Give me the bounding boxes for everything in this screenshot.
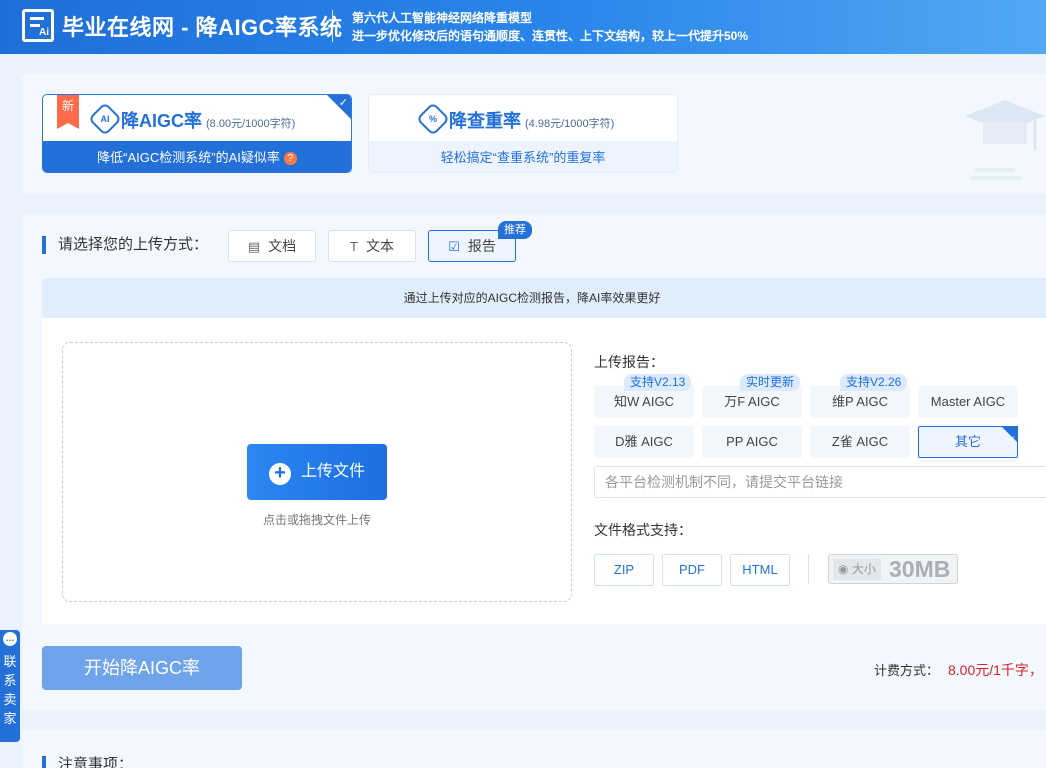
report-icon: ☑ (448, 239, 460, 254)
report-label: 上传报告： (594, 354, 664, 370)
card-header: % 降查重率 (4.98元/1000字符) (369, 95, 677, 141)
contact-label: 联系卖家 (3, 654, 17, 726)
service-title: 降AIGC率 (8.00元/1000字符) (121, 111, 296, 131)
notes-panel: 注意事项： (22, 730, 1046, 768)
logo-icon[interactable]: Ai (22, 9, 54, 42)
new-badge: 新 (57, 95, 79, 129)
start-reduce-button[interactable]: 开始降AIGC率 (42, 646, 242, 690)
fee-value: 8.00元/1千字， (948, 662, 1043, 678)
service-panel: 新 AI 降AIGC率 (8.00元/1000字符) ✓ 降低“AIGC检测系统”… (22, 74, 1046, 194)
contact-seller-tab[interactable]: … 联系卖家 (0, 630, 20, 742)
service-card-reduce-aigc[interactable]: 新 AI 降AIGC率 (8.00元/1000字符) ✓ 降低“AIGC检测系统”… (42, 94, 352, 173)
card-header: 新 AI 降AIGC率 (8.00元/1000字符) ✓ (43, 95, 351, 141)
platform-other[interactable]: 其它 ✓ (918, 426, 1018, 458)
upload-method-label: 请选择您的上传方式： (42, 236, 208, 254)
method-document-button[interactable]: ▤ 文档 (228, 230, 316, 262)
recommended-badge: 推荐 (498, 221, 532, 239)
platform-tag: 支持V2.13 (624, 374, 692, 391)
format-label: 文件格式支持： (594, 522, 692, 538)
size-limit: ◉ 大小 30MB (828, 554, 958, 584)
method-text-button[interactable]: T 文本 (328, 230, 416, 262)
site-header: Ai 毕业在线网 - 降AIGC率系统 第六代人工智能神经网络降重模型 进一步优… (0, 0, 1046, 54)
drop-hint: 点击或拖拽文件上传 (262, 513, 371, 527)
chat-icon: … (3, 632, 17, 646)
size-label: ◉ 大小 (833, 559, 881, 580)
platform-tag: 支持V2.26 (840, 374, 908, 391)
fee-label: 计费方式： (874, 663, 940, 678)
help-icon[interactable]: ? (283, 152, 297, 165)
service-description: 降低“AIGC检测系统”的AI疑似率? (43, 141, 351, 172)
platform-zque[interactable]: Z雀 AIGC (810, 426, 910, 458)
format-divider (808, 554, 809, 584)
check-icon: ✓ (338, 97, 348, 109)
header-subtitle-1: 第六代人工智能神经网络降重模型 (352, 11, 533, 25)
header-subtitle-2: 进一步优化修改后的语句通顺度、连贯性、上下文结构，较上一代提升50% (352, 29, 749, 43)
upload-file-button[interactable]: + 上传文件 (247, 444, 387, 500)
upload-panel: 请选择您的上传方式： ▤ 文档 T 文本 ☑ 报告 推荐 通过上传对应的AIGC检测报… (22, 214, 1046, 710)
graduation-cap-illustration (965, 100, 1045, 180)
platform-master[interactable]: Master AIGC (918, 386, 1018, 418)
notes-label: 注意事项： (42, 756, 133, 768)
service-title: 降查重率 (4.98元/1000字符) (449, 111, 615, 131)
info-banner: 通过上传对应的AIGC检测报告，降AI率效果更好 (42, 278, 1046, 318)
format-html: HTML (730, 554, 790, 586)
percent-diamond-icon: % (416, 102, 450, 136)
header-divider (332, 10, 333, 42)
platform-link-input[interactable]: 各平台检测机制不同，请提交平台链接 (594, 466, 1046, 498)
format-pdf: PDF (662, 554, 722, 586)
platform-pp[interactable]: PP AIGC (702, 426, 802, 458)
logo-text: Ai (39, 27, 49, 38)
service-description: 轻松搞定“查重系统”的重复率 (369, 141, 677, 172)
document-icon: ▤ (247, 239, 261, 254)
text-icon: T (350, 239, 358, 254)
upload-area: + 上传文件 点击或拖拽文件上传 上传报告： 知W AIGC 支持V2.13 万F… (42, 318, 1046, 624)
format-zip: ZIP (594, 554, 654, 586)
site-title[interactable]: 毕业在线网 - 降AIGC率系统 (62, 10, 343, 42)
size-value: 30MB (889, 556, 951, 582)
platform-tag: 实时更新 (740, 374, 801, 391)
check-icon: ✓ (1008, 434, 1016, 444)
service-card-reduce-duplicate[interactable]: % 降查重率 (4.98元/1000字符) 轻松搞定“查重系统”的重复率 (368, 94, 678, 173)
plus-icon: + (268, 463, 291, 485)
platform-dya[interactable]: D雅 AIGC (594, 426, 694, 458)
ai-diamond-icon: AI (88, 102, 122, 136)
file-drop-zone[interactable]: + 上传文件 点击或拖拽文件上传 (62, 342, 572, 602)
